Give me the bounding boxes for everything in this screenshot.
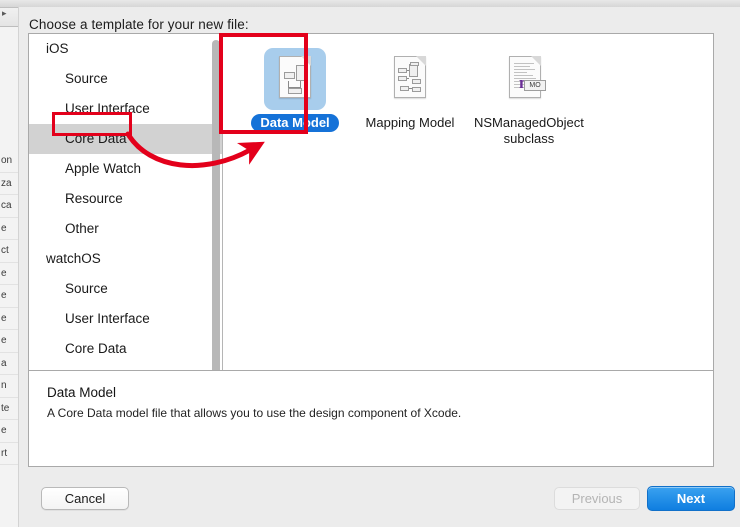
- template-item-nsmanagedobject-subclass[interactable]: m MO NSManagedObject subclass: [465, 48, 585, 148]
- mo-badge: MO: [524, 80, 546, 91]
- next-button[interactable]: Next: [647, 486, 735, 511]
- sidebar-item-ios[interactable]: iOS: [29, 34, 222, 64]
- background-list-item: e: [0, 420, 18, 443]
- sidebar-item-label: Apple Watch: [65, 161, 141, 176]
- mapping-model-icon: [379, 48, 441, 110]
- background-list-item: rt: [0, 443, 18, 466]
- sidebar-item-label: iOS: [46, 41, 69, 56]
- background-list-item: te: [0, 398, 18, 421]
- background-list-item: e: [0, 285, 18, 308]
- background-list-item: e: [0, 330, 18, 353]
- sidebar-item-core-data[interactable]: Core Data: [29, 334, 222, 364]
- background-list-item: e: [0, 308, 18, 331]
- sidebar-item-label: Source: [65, 71, 108, 86]
- new-file-template-dialog: Choose a template for your new file: iOS…: [18, 7, 740, 527]
- background-list-item: n: [0, 375, 18, 398]
- template-label: Mapping Model: [357, 114, 464, 132]
- sidebar-item-label: Source: [65, 281, 108, 296]
- annotation-box-data-model: [219, 33, 308, 134]
- sidebar-list: iOS Source User Interface Core Data Apple Wa…: [29, 34, 222, 370]
- panel-upper: iOS Source User Interface Core Data Apple Wa…: [29, 34, 713, 371]
- sidebar-item-label: watchOS: [46, 251, 101, 266]
- sidebar-item-source[interactable]: Source: [29, 274, 222, 304]
- template-label: NSManagedObject subclass: [465, 114, 593, 148]
- sidebar-item-label: User Interface: [65, 311, 150, 326]
- background-list-item: a: [0, 353, 18, 376]
- source-lines: m MO: [513, 62, 537, 94]
- annotation-box-core-data: [52, 112, 132, 136]
- background-list-item: e: [0, 218, 18, 241]
- sidebar-item-label: Resource: [65, 191, 123, 206]
- sidebar-item-source[interactable]: Source: [29, 64, 222, 94]
- background-list-item: za: [0, 173, 18, 196]
- background-list-item: ca: [0, 195, 18, 218]
- background-left-pane: onzacaecteeeeanteert: [0, 0, 19, 527]
- sidebar-item-label: Other: [65, 221, 99, 236]
- template-chooser-panel: iOS Source User Interface Core Data Apple Wa…: [28, 33, 714, 467]
- sidebar-item-resource[interactable]: Resource: [29, 184, 222, 214]
- background-list-item: ct: [0, 240, 18, 263]
- page-title: Choose a template for your new file:: [29, 17, 249, 32]
- background-list-item: on: [0, 150, 18, 173]
- sidebar-item-watchos[interactable]: watchOS: [29, 244, 222, 274]
- template-item-mapping-model[interactable]: Mapping Model: [350, 48, 470, 132]
- nsmanagedobject-subclass-icon: m MO: [494, 48, 556, 110]
- cancel-button[interactable]: Cancel: [41, 487, 129, 510]
- background-list-item: e: [0, 263, 18, 286]
- sidebar-item-resource[interactable]: Resource: [29, 364, 222, 370]
- sidebar-item-user-interface[interactable]: User Interface: [29, 304, 222, 334]
- sidebar-item-apple-watch[interactable]: Apple Watch: [29, 154, 222, 184]
- sidebar-item-other[interactable]: Other: [29, 214, 222, 244]
- document-shape: m MO: [509, 56, 541, 98]
- description-body: A Core Data model file that allows you t…: [47, 406, 695, 421]
- description-title: Data Model: [47, 385, 695, 400]
- template-description: Data Model A Core Data model file that a…: [29, 371, 713, 466]
- previous-button[interactable]: Previous: [554, 487, 640, 510]
- mapping-diagram: [398, 62, 422, 94]
- platform-category-sidebar[interactable]: iOS Source User Interface Core Data Apple Wa…: [29, 34, 223, 370]
- document-shape: [394, 56, 426, 98]
- sidebar-item-label: Core Data: [65, 341, 127, 356]
